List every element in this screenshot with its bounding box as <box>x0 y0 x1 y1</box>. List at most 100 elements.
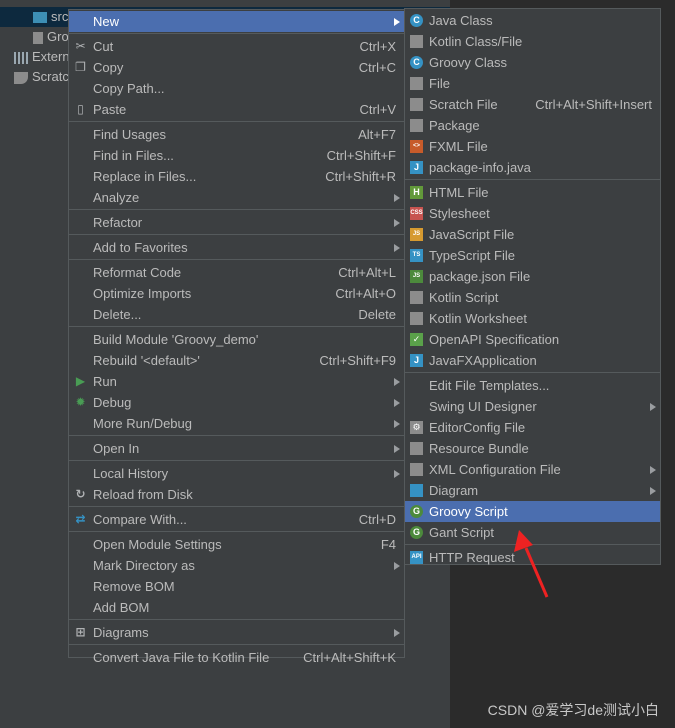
menu-item-package[interactable]: Package <box>405 115 660 136</box>
menu-item-copy-path[interactable]: Copy Path... <box>69 78 404 99</box>
menu-item-html-file[interactable]: H HTML File <box>405 182 660 203</box>
menu-item-analyze[interactable]: Analyze <box>69 187 404 208</box>
menu-item-diagrams[interactable]: ⊞ Diagrams <box>69 622 404 643</box>
menu-item-cut[interactable]: ✂ Cut Ctrl+X <box>69 36 404 57</box>
menu-item-build-module-groovy-demo[interactable]: Build Module 'Groovy_demo' <box>69 329 404 350</box>
menu-item-optimize-imports[interactable]: Optimize Imports Ctrl+Alt+O <box>69 283 404 304</box>
menu-item-typescript-file[interactable]: TS TypeScript File <box>405 245 660 266</box>
menu-item-kotlin-class-file[interactable]: Kotlin Class/File <box>405 31 660 52</box>
menu-item-delete[interactable]: Delete... Delete <box>69 304 404 325</box>
menu-item-label: Package <box>429 118 480 133</box>
tree-item-scratches[interactable]: Scratc <box>14 67 69 87</box>
menu-item-groovy-class[interactable]: C Groovy Class <box>405 52 660 73</box>
menu-item-diagram[interactable]: Diagram <box>405 480 660 501</box>
shortcut-label: Ctrl+Shift+F9 <box>319 353 396 368</box>
menu-item-local-history[interactable]: Local History <box>69 463 404 484</box>
menu-item-edit-file-templates[interactable]: Edit File Templates... <box>405 375 660 396</box>
submenu-arrow-icon <box>394 445 400 453</box>
run-icon: ▶ <box>75 374 86 388</box>
debug-icon: ✹ <box>75 395 86 409</box>
menu-item-kotlin-script[interactable]: Kotlin Script <box>405 287 660 308</box>
menu-item-add-to-favorites[interactable]: Add to Favorites <box>69 237 404 258</box>
menu-item-javascript-file[interactable]: JS JavaScript File <box>405 224 660 245</box>
menu-item-label: Mark Directory as <box>93 558 195 573</box>
menu-item-package-json-file[interactable]: JS package.json File <box>405 266 660 287</box>
js-icon: JS <box>410 228 423 241</box>
menu-item-scratch-file[interactable]: Scratch File Ctrl+Alt+Shift+Insert <box>405 94 660 115</box>
menu-item-convert-java-file-to-kotlin-file[interactable]: Convert Java File to Kotlin File Ctrl+Alt… <box>69 647 404 668</box>
groovy-class-icon: C <box>410 56 423 69</box>
menu-item-reformat-code[interactable]: Reformat Code Ctrl+Alt+L <box>69 262 404 283</box>
menu-item-copy[interactable]: ❐ Copy Ctrl+C <box>69 57 404 78</box>
menu-item-label: Diagrams <box>93 625 149 640</box>
tree-item-external-libraries[interactable]: Extern <box>14 47 70 67</box>
submenu-arrow-icon <box>394 244 400 252</box>
menu-item-label: More Run/Debug <box>93 416 192 431</box>
menu-item-swing-ui-designer[interactable]: Swing UI Designer <box>405 396 660 417</box>
menu-item-kotlin-worksheet[interactable]: Kotlin Worksheet <box>405 308 660 329</box>
menu-item-label: Local History <box>93 466 169 481</box>
menu-item-debug[interactable]: ✹ Debug <box>69 392 404 413</box>
menu-item-rebuild-default[interactable]: Rebuild '<default>' Ctrl+Shift+F9 <box>69 350 404 371</box>
reload-icon: ↻ <box>75 487 86 501</box>
menu-item-find-usages[interactable]: Find Usages Alt+F7 <box>69 124 404 145</box>
menu-item-label: HTML File <box>429 185 489 200</box>
menu-item-find-in-files[interactable]: Find in Files... Ctrl+Shift+F <box>69 145 404 166</box>
menu-item-editorconfig-file[interactable]: ⚙ EditorConfig File <box>405 417 660 438</box>
clipboard-icon: ▯ <box>77 102 84 116</box>
submenu-arrow-icon <box>394 18 400 26</box>
shortcut-label: Ctrl+Alt+Shift+K <box>303 650 396 665</box>
file-icon <box>33 31 43 44</box>
menu-item-label: TypeScript File <box>429 248 515 263</box>
menu-item-refactor[interactable]: Refactor <box>69 212 404 233</box>
menu-item-groovy-script[interactable]: G Groovy Script <box>405 501 660 522</box>
menu-item-open-in[interactable]: Open In <box>69 438 404 459</box>
shortcut-label: Ctrl+Shift+F <box>326 148 396 163</box>
shortcut-label: Ctrl+Shift+R <box>325 169 396 184</box>
kotlin-file-icon <box>410 35 423 48</box>
menu-item-fxml-file[interactable]: <> FXML File <box>405 136 660 157</box>
menu-item-add-bom[interactable]: Add BOM <box>69 597 404 618</box>
menu-item-file[interactable]: File <box>405 73 660 94</box>
menu-item-label: Kotlin Script <box>429 290 499 305</box>
menu-item-resource-bundle[interactable]: Resource Bundle <box>405 438 660 459</box>
html-icon: H <box>410 186 423 199</box>
gear-icon: ⚙ <box>410 421 423 434</box>
java-file-icon: J <box>410 161 423 174</box>
menu-item-label: Build Module 'Groovy_demo' <box>93 332 259 347</box>
menu-item-gant-script[interactable]: G Gant Script <box>405 522 660 543</box>
java-class-icon: C <box>410 14 423 27</box>
menu-item-label: Edit File Templates... <box>429 378 550 393</box>
menu-item-xml-configuration-file[interactable]: XML Configuration File <box>405 459 660 480</box>
menu-item-label: Cut <box>93 39 114 54</box>
menu-item-label: Copy Path... <box>93 81 165 96</box>
menu-item-new[interactable]: New <box>69 11 404 32</box>
tree-item-groovy[interactable]: Gro <box>33 27 69 47</box>
menu-item-http-request[interactable]: API HTTP Request <box>405 547 660 568</box>
menu-item-stylesheet[interactable]: CSS Stylesheet <box>405 203 660 224</box>
menu-item-run[interactable]: ▶ Run <box>69 371 404 392</box>
menu-item-package-info-java[interactable]: Jpackage-info.java <box>405 157 660 178</box>
groovy-script-icon: G <box>410 505 423 518</box>
menu-item-reload-from-disk[interactable]: ↻ Reload from Disk <box>69 484 404 505</box>
file-icon <box>410 77 423 90</box>
compare-icon: ⇄ <box>75 512 86 526</box>
menu-item-open-module-settings[interactable]: Open Module Settings F4 <box>69 534 404 555</box>
menu-item-openapi-specification[interactable]: ✓ OpenAPI Specification <box>405 329 660 350</box>
menu-item-remove-bom[interactable]: Remove BOM <box>69 576 404 597</box>
menu-item-compare-with[interactable]: ⇄ Compare With... Ctrl+D <box>69 509 404 530</box>
menu-item-label: Open Module Settings <box>93 537 222 552</box>
menu-item-label: JavaFXApplication <box>429 353 537 368</box>
menu-item-java-class[interactable]: C Java Class <box>405 10 660 31</box>
menu-item-label: Add to Favorites <box>93 240 188 255</box>
menu-item-more-run-debug[interactable]: More Run/Debug <box>69 413 404 434</box>
menu-item-label: Kotlin Class/File <box>429 34 523 49</box>
menu-item-mark-directory-as[interactable]: Mark Directory as <box>69 555 404 576</box>
gant-script-icon: G <box>410 526 423 539</box>
menu-item-label: Reformat Code <box>93 265 182 280</box>
menu-item-label: Add BOM <box>93 600 150 615</box>
package-icon <box>410 119 423 132</box>
menu-item-replace-in-files[interactable]: Replace in Files... Ctrl+Shift+R <box>69 166 404 187</box>
menu-item-javafxapplication[interactable]: J JavaFXApplication <box>405 350 660 371</box>
menu-item-paste[interactable]: ▯ Paste Ctrl+V <box>69 99 404 120</box>
